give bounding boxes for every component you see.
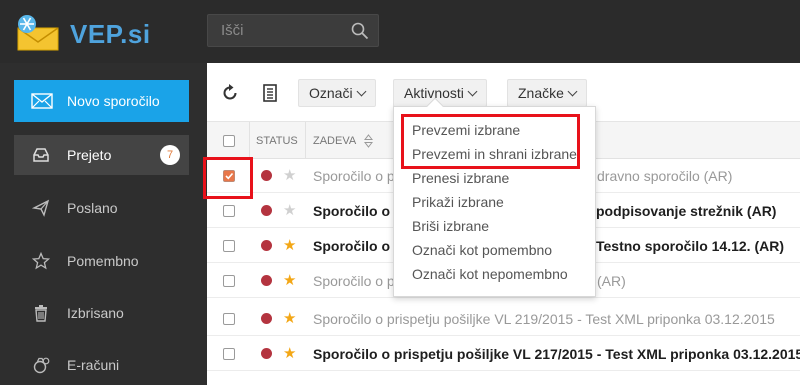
search-icon[interactable] <box>351 22 369 40</box>
search-box[interactable] <box>207 14 379 47</box>
column-divider <box>249 122 250 159</box>
envelope-icon <box>31 93 53 109</box>
star-icon[interactable]: ★ <box>283 166 296 184</box>
row-checkbox[interactable] <box>223 348 235 360</box>
sidebar-item-label: Pomembno <box>67 253 139 269</box>
sidebar-item-label: Poslano <box>67 200 118 216</box>
status-dot <box>261 275 272 286</box>
message-subject[interactable]: Sporočilo o p <box>313 238 402 254</box>
message-subject[interactable]: Sporočilo o p <box>313 273 395 289</box>
new-message-label: Novo sporočilo <box>67 93 160 109</box>
oznaci-label: Označi <box>309 85 353 101</box>
annotation-highlight-menu-items <box>401 114 580 169</box>
column-divider <box>305 122 306 159</box>
menu-item-prikazi-izbrane[interactable]: Prikaži izbrane <box>412 194 504 210</box>
sidebar-item-e-racuni[interactable]: E-računi <box>14 345 189 385</box>
star-icon[interactable]: ★ <box>283 344 296 362</box>
chevron-down-icon <box>467 86 478 97</box>
column-header-subject[interactable]: ZADEVA <box>313 135 356 147</box>
sidebar-item-prejeto[interactable]: Prejeto 7 <box>14 135 189 175</box>
star-icon[interactable]: ★ <box>283 201 296 219</box>
top-header: VEP.si <box>0 0 800 63</box>
message-subject-tail[interactable]: Testno sporočilo 14.12. (AR) <box>596 238 784 254</box>
table-row[interactable]: ★ Sporočilo o prispetju pošiljke VL 219/… <box>207 302 800 336</box>
row-checkbox[interactable] <box>223 275 235 287</box>
chevron-down-icon <box>356 86 367 97</box>
new-message-button[interactable]: Novo sporočilo <box>14 80 189 122</box>
status-dot <box>261 348 272 359</box>
sort-icon[interactable] <box>364 134 373 148</box>
star-icon[interactable]: ★ <box>283 236 296 254</box>
star-icon[interactable]: ★ <box>283 271 296 289</box>
message-subject-tail[interactable]: (AR) <box>597 273 626 289</box>
sidebar-item-izbrisano[interactable]: Izbrisano <box>14 293 189 333</box>
menu-item-oznaci-kot-pomembno[interactable]: Označi kot pomembno <box>412 242 552 258</box>
inbox-icon <box>33 148 49 162</box>
trash-icon <box>35 305 47 322</box>
znacke-label: Značke <box>518 85 564 101</box>
search-input[interactable] <box>208 15 348 46</box>
logo-icon[interactable] <box>14 14 68 52</box>
row-checkbox[interactable] <box>223 240 235 252</box>
sidebar-item-label: Izbrisano <box>67 305 124 321</box>
message-subject[interactable]: Sporočilo o prispetju pošiljke VL 217/20… <box>313 346 800 362</box>
oznaci-dropdown-button[interactable]: Označi <box>298 79 376 107</box>
star-icon[interactable]: ★ <box>283 309 296 327</box>
unread-count-badge: 7 <box>160 145 180 165</box>
logo-text[interactable]: VEP.si <box>70 19 151 50</box>
status-dot <box>261 240 272 251</box>
row-checkbox[interactable] <box>223 205 235 217</box>
annotation-highlight-checkbox <box>203 157 253 199</box>
table-row[interactable]: ★ Sporočilo o prispetju pošiljke VL 217/… <box>207 337 800 371</box>
sidebar-item-label: Prejeto <box>67 147 112 163</box>
menu-item-brisi-izbrane[interactable]: Briši izbrane <box>412 218 489 234</box>
document-list-icon[interactable] <box>260 83 280 103</box>
money-bag-icon <box>33 357 50 374</box>
menu-item-oznaci-kot-nepomembno[interactable]: Označi kot nepomembno <box>412 266 568 282</box>
message-subject[interactable]: Sporočilo o p <box>313 203 402 219</box>
column-header-status[interactable]: STATUS <box>256 135 298 147</box>
znacke-dropdown-button[interactable]: Značke <box>507 79 587 107</box>
star-icon <box>32 252 50 270</box>
sidebar-item-poslano[interactable]: Poslano <box>14 188 189 228</box>
status-dot <box>261 170 272 181</box>
message-subject-tail[interactable]: dravno sporočilo (AR) <box>597 168 732 184</box>
sidebar-item-label: E-računi <box>67 357 120 373</box>
sidebar: Novo sporočilo Prejeto 7 Poslano Pomembn… <box>0 63 207 385</box>
row-checkbox[interactable] <box>223 313 235 325</box>
select-all-checkbox[interactable] <box>223 135 235 147</box>
message-subject-tail[interactable]: podpisovanje strežnik (AR) <box>596 203 776 219</box>
send-icon <box>32 199 50 217</box>
message-subject[interactable]: Sporočilo o p <box>313 168 395 184</box>
status-dot <box>261 313 272 324</box>
status-dot <box>261 205 272 216</box>
refresh-icon[interactable] <box>220 83 240 103</box>
message-subject[interactable]: Sporočilo o prispetju pošiljke VL 219/20… <box>313 311 775 327</box>
sidebar-item-pomembno[interactable]: Pomembno <box>14 241 189 281</box>
chevron-down-icon <box>567 86 578 97</box>
menu-item-prenesi-izbrane[interactable]: Prenesi izbrane <box>412 170 509 186</box>
